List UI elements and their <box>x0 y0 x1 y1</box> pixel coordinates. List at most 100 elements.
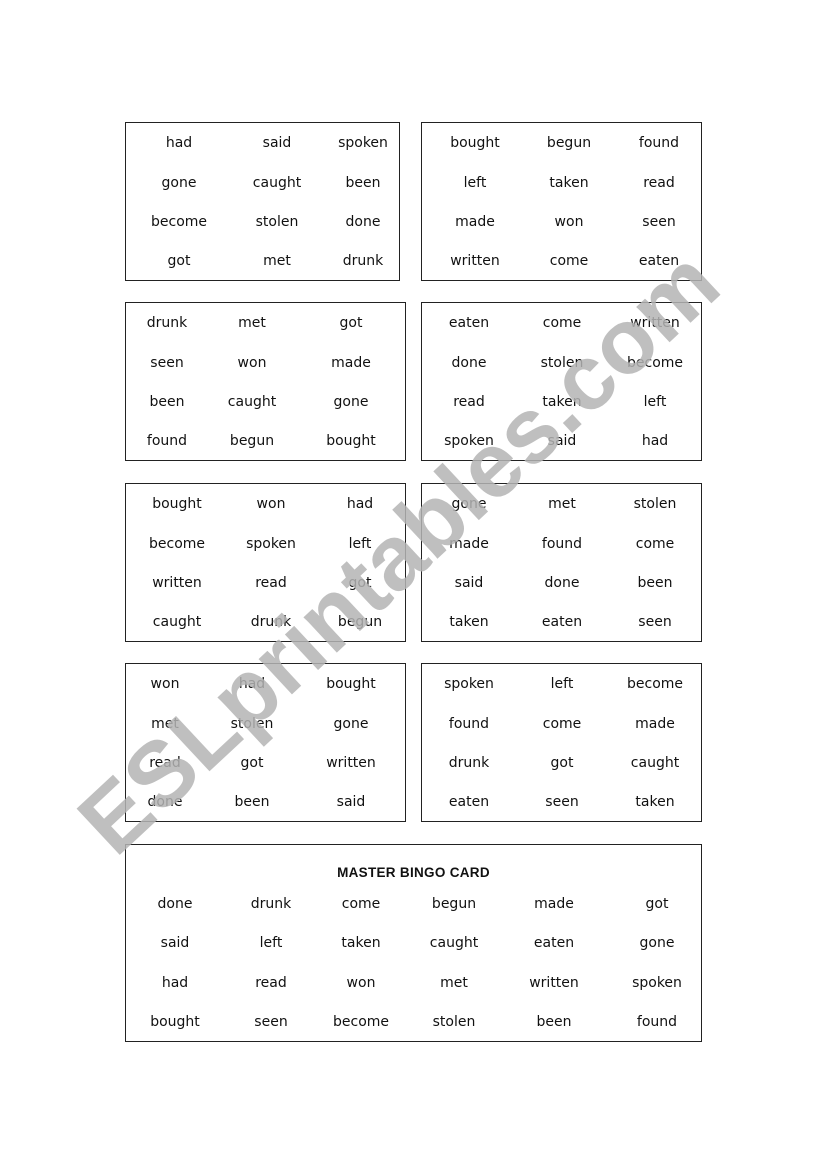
bingo-word: been <box>234 794 270 810</box>
bingo-word: met <box>263 253 291 269</box>
master-bingo-word: written <box>529 975 579 991</box>
master-bingo-word: seen <box>254 1014 288 1030</box>
bingo-word: left <box>463 175 487 191</box>
bingo-word: met <box>238 315 266 331</box>
bingo-word: done <box>544 575 580 591</box>
master-bingo-word: become <box>332 1014 390 1030</box>
bingo-word: spoken <box>444 433 494 449</box>
bingo-word: been <box>345 175 381 191</box>
master-bingo-card: MASTER BINGO CARD done drunk come begun made… <box>125 844 702 1042</box>
bingo-word: stolen <box>255 214 299 230</box>
bingo-word: won <box>554 214 584 230</box>
bingo-word: seen <box>642 214 676 230</box>
bingo-word: drunk <box>146 315 188 331</box>
bingo-word: caught <box>227 394 277 410</box>
master-bingo-word: left <box>259 935 283 951</box>
master-bingo-word: begun <box>431 896 477 912</box>
bingo-word: left <box>550 676 574 692</box>
master-bingo-word: said <box>160 935 190 951</box>
bingo-word: read <box>643 175 675 191</box>
bingo-word: drunk <box>342 253 384 269</box>
master-bingo-word: spoken <box>632 975 682 991</box>
bingo-card-6: gone met stolen made found come said done been ta… <box>421 483 702 642</box>
bingo-word: made <box>455 214 495 230</box>
bingo-word: gone <box>333 716 369 732</box>
master-bingo-word: taken <box>341 935 381 951</box>
bingo-word: read <box>453 394 485 410</box>
bingo-word: found <box>448 716 490 732</box>
bingo-word: come <box>542 315 582 331</box>
bingo-word: come <box>549 253 589 269</box>
bingo-word: stolen <box>540 355 584 371</box>
bingo-word: come <box>635 536 675 552</box>
bingo-word: written <box>152 575 202 591</box>
bingo-word: won <box>256 496 286 512</box>
bingo-word: read <box>149 755 181 771</box>
bingo-word: eaten <box>448 794 490 810</box>
bingo-word: made <box>331 355 371 371</box>
bingo-word: taken <box>542 394 582 410</box>
master-bingo-word: found <box>636 1014 678 1030</box>
bingo-word: met <box>548 496 576 512</box>
bingo-word: spoken <box>338 135 388 151</box>
bingo-word: spoken <box>246 536 296 552</box>
master-bingo-word: bought <box>150 1014 200 1030</box>
bingo-word: left <box>348 536 372 552</box>
bingo-word: written <box>326 755 376 771</box>
bingo-word: taken <box>449 614 489 630</box>
bingo-word: gone <box>161 175 197 191</box>
master-bingo-word: had <box>161 975 189 991</box>
bingo-word: drunk <box>250 614 292 630</box>
bingo-word: caught <box>152 614 202 630</box>
master-bingo-word: come <box>341 896 381 912</box>
bingo-word: found <box>638 135 680 151</box>
bingo-card-8: spoken left become found come made drunk got cau… <box>421 663 702 822</box>
master-bingo-word: been <box>536 1014 572 1030</box>
bingo-word: had <box>238 676 266 692</box>
bingo-word: caught <box>630 755 680 771</box>
bingo-word: got <box>550 755 574 771</box>
bingo-word: had <box>641 433 669 449</box>
master-bingo-word: caught <box>429 935 479 951</box>
bingo-word: read <box>255 575 287 591</box>
bingo-card-1: had said spoken gone caught been become stolen d… <box>125 122 400 281</box>
bingo-word: bought <box>326 433 376 449</box>
bingo-card-7: won had bought met stolen gone read got written d… <box>125 663 406 822</box>
bingo-word: got <box>167 253 191 269</box>
bingo-word: become <box>150 214 208 230</box>
bingo-word: left <box>643 394 667 410</box>
master-bingo-word: got <box>645 896 669 912</box>
bingo-word: been <box>149 394 185 410</box>
master-bingo-word: eaten <box>533 935 575 951</box>
bingo-word: seen <box>638 614 672 630</box>
bingo-word: had <box>165 135 193 151</box>
bingo-word: said <box>262 135 292 151</box>
bingo-word: begun <box>337 614 383 630</box>
bingo-word: done <box>451 355 487 371</box>
bingo-word: begun <box>546 135 592 151</box>
master-bingo-word: drunk <box>250 896 292 912</box>
bingo-word: become <box>148 536 206 552</box>
bingo-card-4: eaten come written done stolen become read take… <box>421 302 702 461</box>
bingo-word: spoken <box>444 676 494 692</box>
master-bingo-word: won <box>346 975 376 991</box>
bingo-word: gone <box>333 394 369 410</box>
master-bingo-word: met <box>440 975 468 991</box>
bingo-word: met <box>151 716 179 732</box>
bingo-word: bought <box>152 496 202 512</box>
bingo-word: drunk <box>448 755 490 771</box>
bingo-word: come <box>542 716 582 732</box>
bingo-word: found <box>146 433 188 449</box>
bingo-word: said <box>336 794 366 810</box>
bingo-word: said <box>547 433 577 449</box>
master-bingo-word: gone <box>639 935 675 951</box>
bingo-word: eaten <box>448 315 490 331</box>
master-bingo-word: stolen <box>432 1014 476 1030</box>
bingo-word: done <box>345 214 381 230</box>
master-bingo-word: made <box>534 896 574 912</box>
bingo-word: seen <box>150 355 184 371</box>
bingo-word: bought <box>326 676 376 692</box>
bingo-word: caught <box>252 175 302 191</box>
master-card-title: MASTER BINGO CARD <box>337 865 490 880</box>
bingo-word: got <box>348 575 372 591</box>
